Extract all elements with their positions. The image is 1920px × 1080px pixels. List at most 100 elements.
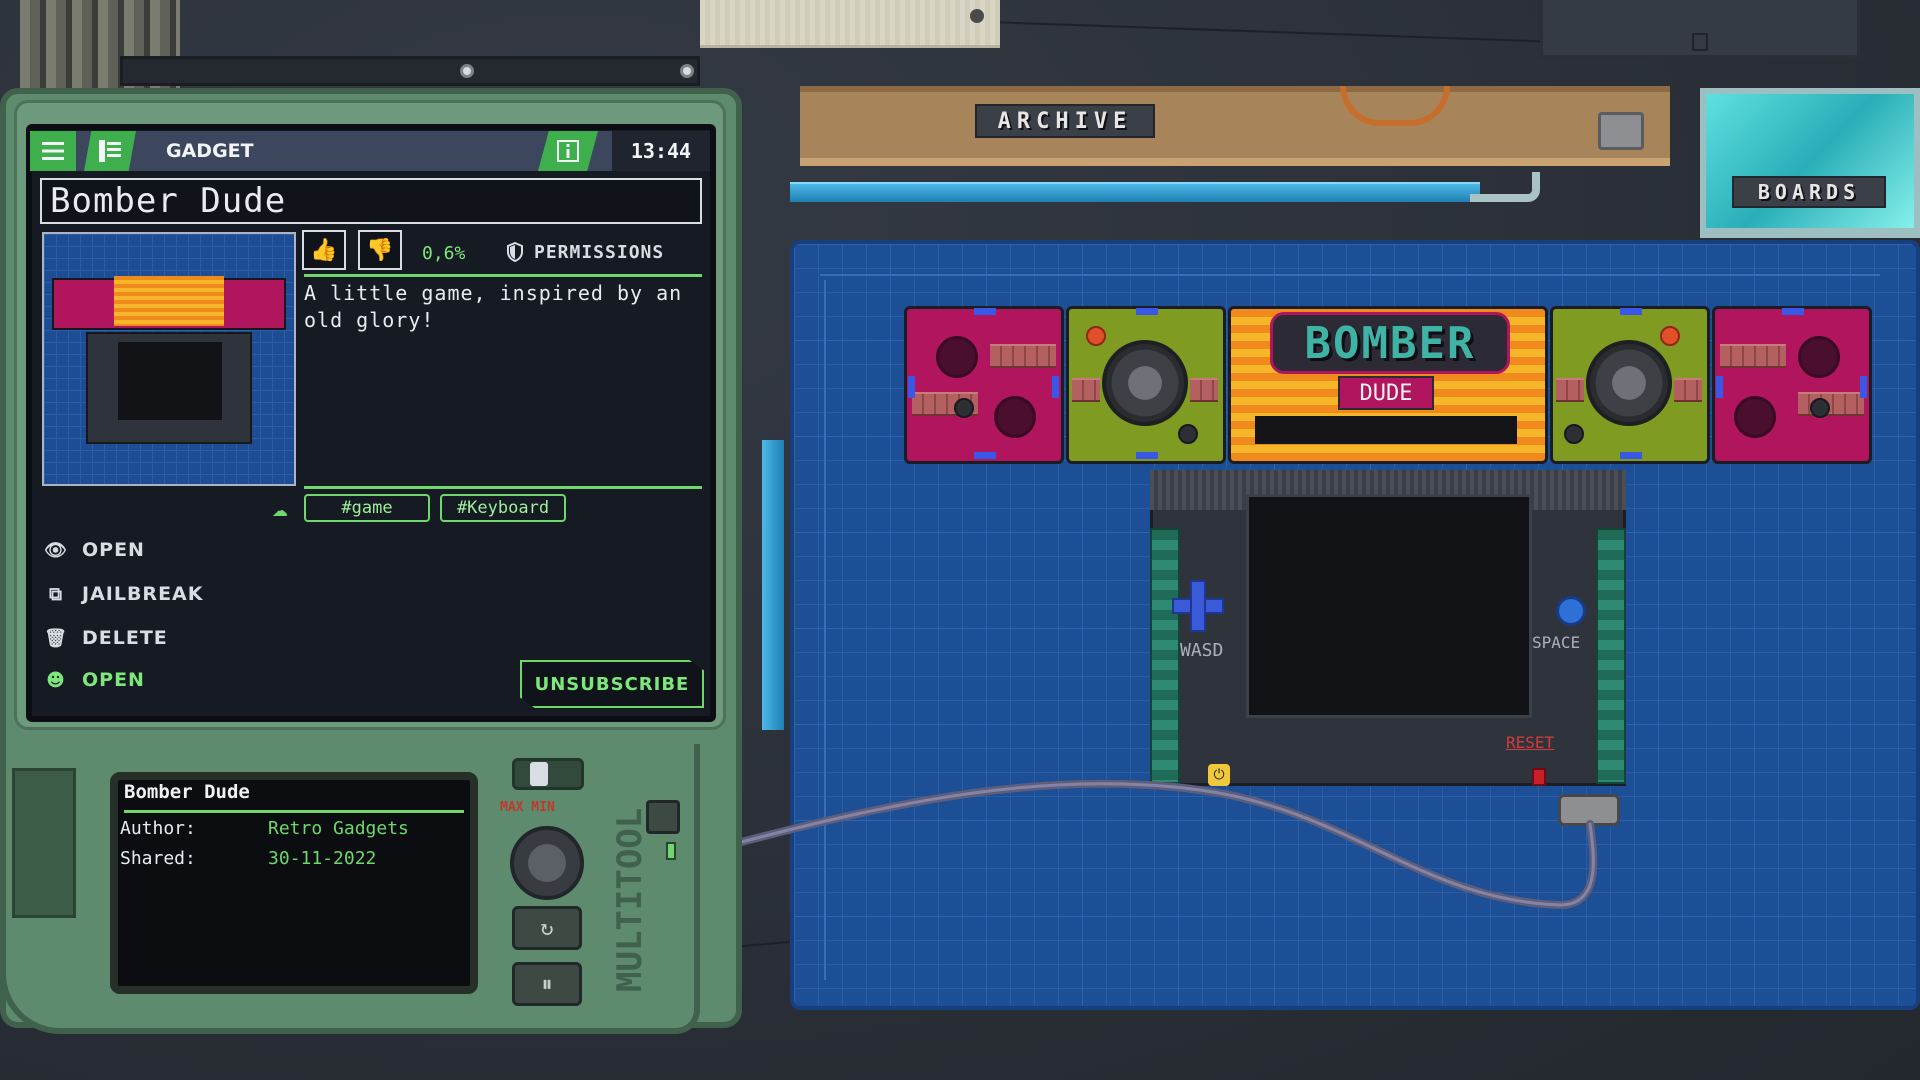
trash-icon: 🗑	[44, 627, 68, 649]
led-indicator	[1052, 376, 1059, 398]
menu-delete-label: DELETE	[82, 627, 168, 649]
pin-icon	[970, 9, 984, 23]
brick-wall	[1190, 378, 1218, 402]
thumbnail-logo	[114, 276, 224, 326]
shared-value: 30-11-2022	[268, 848, 377, 869]
dude-logo: DUDE	[1338, 376, 1434, 410]
gadget-description: A little game, inspired by an old glory!	[304, 281, 683, 332]
dpad-icon[interactable]	[1190, 580, 1206, 632]
divider	[124, 810, 464, 813]
socket-icon	[1598, 112, 1644, 150]
reset-label: RESET	[1506, 733, 1555, 752]
list-view-button[interactable]	[84, 131, 136, 171]
brick-wall	[1798, 392, 1864, 416]
brick-wall	[1072, 378, 1100, 402]
screw-icon	[680, 64, 694, 78]
bomb-icon	[1660, 326, 1680, 346]
speaker-icon	[936, 336, 978, 378]
joystick-icon[interactable]	[1102, 340, 1188, 426]
brick-wall	[1556, 378, 1584, 402]
eye-icon: 👁	[44, 539, 68, 561]
pipe-bend	[1470, 172, 1540, 202]
boards-container[interactable]	[1700, 88, 1920, 238]
side-sticker	[12, 768, 76, 918]
brick-wall	[990, 344, 1056, 368]
archive-label[interactable]: ARCHIVE	[975, 104, 1155, 138]
ruler	[812, 280, 826, 980]
shield-icon	[507, 242, 523, 262]
copy-icon: ⧉	[49, 583, 63, 605]
shared-key: Shared:	[120, 848, 196, 869]
volume-knob[interactable]	[510, 826, 584, 900]
permissions-button[interactable]: PERMISSIONS	[506, 236, 706, 268]
eject-button[interactable]	[646, 800, 680, 834]
device-top-plate	[120, 56, 700, 86]
power-icon[interactable]: ⏻	[1208, 764, 1230, 786]
info-icon	[557, 140, 579, 162]
tag-keyboard[interactable]: #Keyboard	[440, 494, 566, 522]
led-indicator	[908, 376, 915, 398]
toggle-switch[interactable]	[512, 758, 584, 790]
menu-delete[interactable]: 🗑 DELETE	[44, 622, 168, 654]
ruler	[820, 262, 1880, 276]
thumbs-down-icon: 👎	[366, 237, 394, 263]
menu-open-subscribed-label: OPEN	[82, 669, 145, 691]
thumbs-up-button[interactable]: 👍	[302, 230, 346, 270]
pause-button[interactable]: ⏸	[512, 962, 582, 1006]
author-key: Author:	[120, 818, 196, 839]
led-indicator	[1620, 308, 1642, 315]
list-icon	[99, 140, 121, 162]
restart-icon: ↻	[540, 915, 554, 941]
boards-label[interactable]: BOARDS	[1732, 176, 1886, 208]
menu-open[interactable]: 👁 OPEN	[44, 534, 145, 566]
led-indicator	[1782, 308, 1804, 315]
pause-icon: ⏸	[541, 971, 553, 997]
thumbnail-screen	[118, 342, 222, 420]
bomb-icon	[1810, 398, 1830, 418]
blue-pipe	[762, 440, 784, 730]
power-connector[interactable]	[1558, 794, 1620, 826]
divider	[304, 274, 702, 277]
tag-game[interactable]: #game	[304, 494, 430, 522]
led-indicator	[1136, 308, 1158, 315]
menu-jailbreak-label: JAILBREAK	[82, 583, 204, 605]
author-value: Retro Gadgets	[268, 818, 409, 839]
bomb-icon	[1086, 326, 1106, 346]
bomb-icon	[1564, 424, 1584, 444]
save-icon	[1692, 33, 1708, 51]
space-label: SPACE	[1532, 633, 1581, 652]
menu-open-subscribed[interactable]: ☻ OPEN	[44, 664, 145, 696]
permissions-label: PERMISSIONS	[534, 241, 665, 263]
cloud-upload-icon[interactable]: ☁	[262, 493, 298, 523]
joystick-icon[interactable]	[1586, 340, 1672, 426]
divider	[304, 486, 702, 489]
speaker-module-right[interactable]	[1712, 306, 1872, 464]
bomb-icon	[954, 398, 974, 418]
speaker-module-left[interactable]	[904, 306, 1064, 464]
blue-pipe	[790, 182, 1480, 202]
hamburger-icon	[42, 142, 64, 160]
speaker-icon	[1734, 396, 1776, 438]
archive-shelf[interactable]	[800, 86, 1670, 166]
led-indicator	[974, 308, 996, 315]
reset-button[interactable]	[1532, 768, 1546, 786]
space-button[interactable]	[1556, 596, 1586, 626]
led-indicator	[1136, 452, 1158, 459]
led-indicator	[1716, 376, 1723, 398]
lcd-strip	[1255, 416, 1517, 444]
game-screen[interactable]	[1246, 494, 1532, 718]
knob-label: MAX MIN	[500, 800, 555, 815]
switch-knob[interactable]	[530, 762, 548, 786]
clock: 13:44	[612, 131, 710, 171]
screw-icon	[460, 64, 474, 78]
status-led	[666, 842, 676, 860]
thumbs-down-button[interactable]: 👎	[358, 230, 402, 270]
smiley-icon: ☻	[46, 669, 66, 691]
unsubscribe-button[interactable]: UNSUBSCRIBE	[520, 660, 704, 708]
menu-button[interactable]	[30, 131, 76, 171]
restart-button[interactable]: ↻	[512, 906, 582, 950]
info-title: Bomber Dude	[124, 781, 250, 803]
menu-jailbreak[interactable]: ⧉ JAILBREAK	[44, 578, 203, 610]
rating-value: 0,6%	[422, 242, 466, 264]
speaker-icon	[994, 396, 1036, 438]
